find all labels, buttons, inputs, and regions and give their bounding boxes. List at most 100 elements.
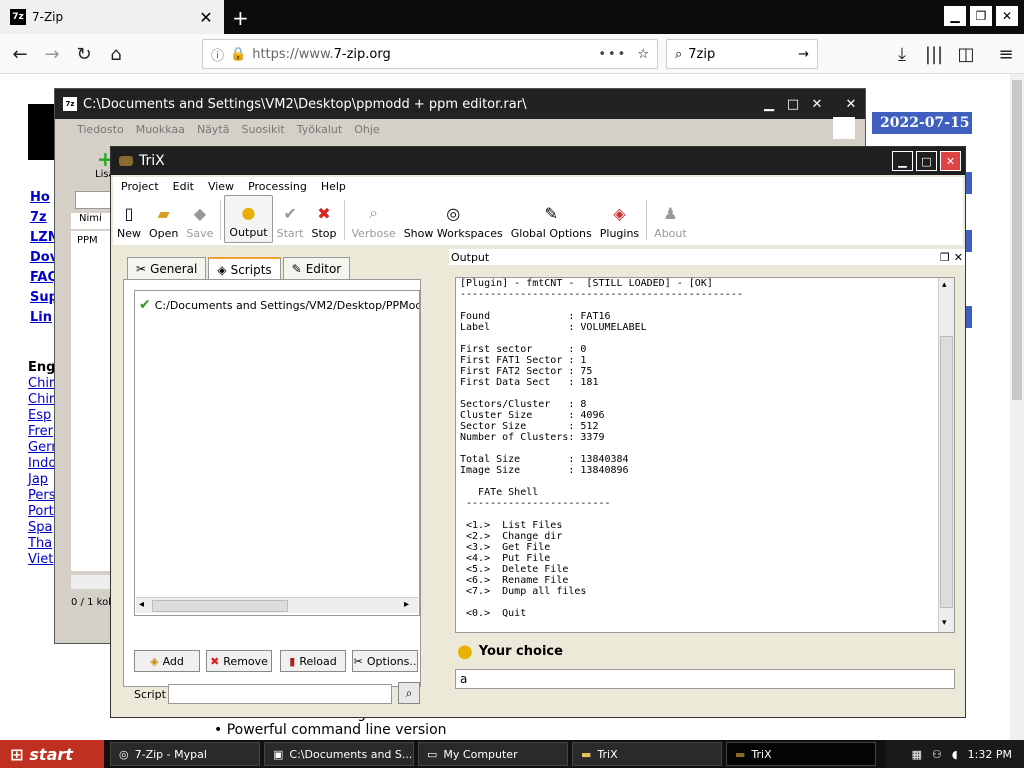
7zip-title-bar[interactable]: 7z C:\Documents and Settings\VM2\Desktop… <box>55 89 865 119</box>
sidebar-icon[interactable]: ◫ <box>954 42 978 66</box>
add-button[interactable]: ◈ Add <box>134 650 200 672</box>
browser-tab[interactable]: 7z 7-Zip ✕ <box>0 0 224 34</box>
menu-project[interactable]: Project <box>121 180 159 193</box>
page-scroll-thumb[interactable] <box>1012 80 1022 400</box>
new-button[interactable]: ▯ New <box>113 195 145 243</box>
close-icon[interactable]: ✕ <box>954 251 963 264</box>
scroll-left-icon[interactable]: ◂ <box>139 599 144 610</box>
choice-input[interactable]: a <box>455 669 955 689</box>
minimize-icon[interactable]: ▁ <box>892 151 913 171</box>
menu-help[interactable]: Help <box>321 180 346 193</box>
taskbar-item[interactable]: ◎ 7-Zip - Mypal <box>110 742 260 766</box>
forward-icon[interactable]: → <box>40 42 64 66</box>
lang-link[interactable]: Frer <box>28 424 53 439</box>
output-button[interactable]: ● Output <box>224 195 273 243</box>
vscroll-thumb[interactable] <box>940 336 953 608</box>
trix-title-bar[interactable]: TriX ▁ □ ✕ <box>111 147 965 175</box>
clock[interactable]: 1:32 PM <box>968 748 1012 761</box>
scroll-up-icon[interactable]: ▴ <box>942 280 947 290</box>
site-link-home[interactable]: Ho <box>30 190 50 205</box>
close-icon[interactable]: ✕ <box>807 94 827 114</box>
lang-link[interactable]: Spa <box>28 520 52 535</box>
tab-editor[interactable]: ✎ Editor <box>282 257 351 279</box>
file-list-hscroll[interactable] <box>71 575 115 589</box>
lang-link[interactable]: Port <box>28 504 54 519</box>
network-icon[interactable]: ⚇ <box>932 748 942 761</box>
lang-link[interactable]: Tha <box>28 536 52 551</box>
lang-link[interactable]: Indo <box>28 456 56 471</box>
menu-view[interactable]: View <box>208 180 234 193</box>
verbose-button[interactable]: ⌕ Verbose <box>348 195 400 243</box>
taskbar-item[interactable]: ▬ TriX <box>572 742 722 766</box>
hscroll-thumb[interactable] <box>152 600 288 612</box>
page-actions-icon[interactable]: ••• <box>598 47 627 62</box>
script-list-hscroll[interactable]: ◂ ▸ <box>136 597 418 613</box>
menu-item[interactable]: Näytä <box>197 123 230 136</box>
downloads-icon[interactable]: ⤓ <box>890 42 914 66</box>
taskbar-item[interactable]: ▣ C:\Documents and S... <box>264 742 414 766</box>
open-button[interactable]: ▰ Open <box>145 195 182 243</box>
script-list-item[interactable]: ✔ C:/Documents and Settings/VM2/Desktop/… <box>139 297 419 313</box>
menu-item[interactable]: Suosikit <box>241 123 284 136</box>
tab-scripts[interactable]: ◈ Scripts <box>208 257 281 281</box>
minimize-icon[interactable]: ▁ <box>759 94 779 114</box>
reload-icon[interactable]: ↻ <box>72 42 96 66</box>
menu-item[interactable]: Tiedosto <box>77 123 124 136</box>
column-name[interactable]: Nimi <box>71 213 115 229</box>
close-icon[interactable]: ✕ <box>940 151 961 171</box>
scroll-right-icon[interactable]: ▸ <box>404 599 409 610</box>
output-vscroll[interactable]: ▴ ▾ <box>938 278 954 632</box>
remove-button[interactable]: ✖ Remove <box>206 650 272 672</box>
menu-icon[interactable]: ≡ <box>994 42 1018 66</box>
search-go-icon[interactable]: → <box>798 47 809 62</box>
menu-item[interactable]: Työkalut <box>297 123 343 136</box>
trix-window[interactable]: TriX ▁ □ ✕ Project Edit View Processing … <box>110 146 966 718</box>
info-icon[interactable]: ⓘ <box>211 45 224 64</box>
about-button[interactable]: ♟ About <box>650 195 691 243</box>
keyboard-icon[interactable]: ▦ <box>912 748 922 761</box>
taskbar-item[interactable]: ▭ My Computer <box>418 742 568 766</box>
save-button[interactable]: ◆ Save <box>182 195 217 243</box>
new-tab-icon[interactable]: + <box>232 6 249 30</box>
close-icon[interactable]: ✕ <box>996 6 1018 26</box>
options-button[interactable]: ✂ Options.. <box>352 650 418 672</box>
menu-processing[interactable]: Processing <box>248 180 307 193</box>
script-list[interactable]: ✔ C:/Documents and Settings/VM2/Desktop/… <box>134 290 420 616</box>
restore-icon[interactable]: ❐ <box>970 6 992 26</box>
tab-general[interactable]: ✂ General <box>127 257 207 279</box>
library-icon[interactable]: ||| <box>922 42 946 66</box>
start-button[interactable]: ⊞ start <box>0 740 104 768</box>
home-icon[interactable]: ⌂ <box>104 42 128 66</box>
menu-item[interactable]: Muokkaa <box>136 123 185 136</box>
stop-button[interactable]: ✖ Stop <box>308 195 341 243</box>
menu-item[interactable]: Ohje <box>354 123 379 136</box>
start-button[interactable]: ✔ Start <box>273 195 308 243</box>
site-link-links[interactable]: Lin <box>30 310 52 325</box>
scroll-down-icon[interactable]: ▾ <box>942 618 947 628</box>
lang-link[interactable]: Chir <box>28 376 54 391</box>
taskbar-item-active[interactable]: ▬ TriX <box>726 742 876 766</box>
search-bar[interactable]: ⌕ 7zip → <box>666 39 818 69</box>
folder-item[interactable]: PPM <box>77 235 98 246</box>
lang-link[interactable]: Chir <box>28 392 54 407</box>
lang-link[interactable]: Pers <box>28 488 56 503</box>
site-link-7z[interactable]: 7z <box>30 210 47 225</box>
lang-link[interactable]: Viet <box>28 552 53 567</box>
volume-icon[interactable]: ◖ <box>952 748 958 761</box>
output-console[interactable]: [Plugin] - fmtCNT - [STILL LOADED] - [OK… <box>455 277 955 633</box>
maximize-icon[interactable]: □ <box>916 151 937 171</box>
back-icon[interactable]: ← <box>8 42 32 66</box>
tab-close-icon[interactable]: ✕ <box>198 8 214 27</box>
plugins-button[interactable]: ◈ Plugins <box>596 195 643 243</box>
maximize-icon[interactable]: □ <box>783 94 803 114</box>
lang-link[interactable]: Gerr <box>28 440 57 455</box>
lang-link[interactable]: Jap <box>28 472 48 487</box>
close-icon[interactable]: ✕ <box>841 94 861 114</box>
global-options-button[interactable]: ✎ Global Options <box>507 195 596 243</box>
script-input[interactable] <box>168 684 392 704</box>
float-icon[interactable]: ❐ <box>940 251 950 264</box>
minimize-icon[interactable]: ▁ <box>944 6 966 26</box>
reload-button[interactable]: ▮ Reload <box>280 650 346 672</box>
url-bar[interactable]: ⓘ 🔒 https://www. 7-zip.org ••• ☆ <box>202 39 658 69</box>
file-list[interactable]: PPM <box>71 231 115 571</box>
